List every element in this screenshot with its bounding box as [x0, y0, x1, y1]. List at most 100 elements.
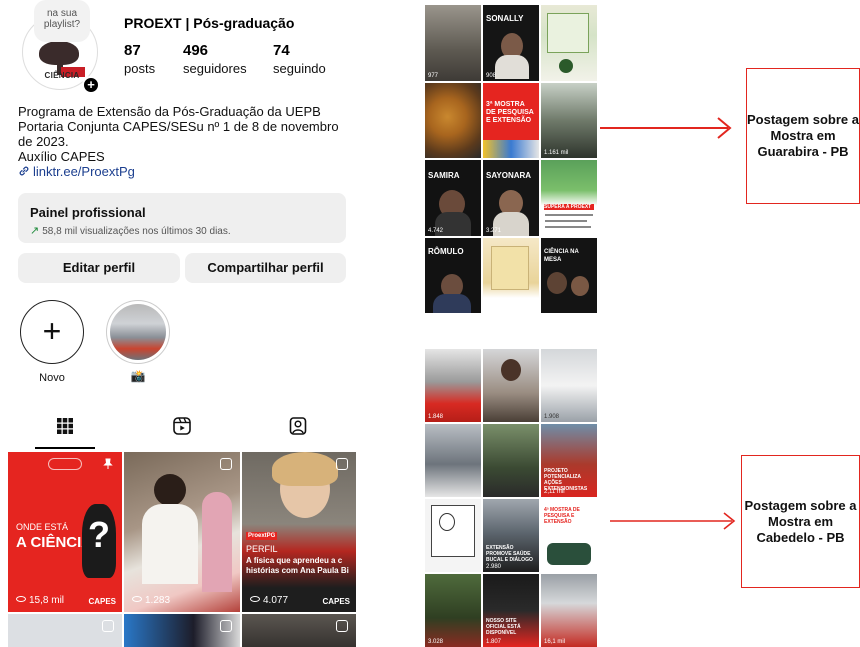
collage-tile[interactable]: 3.028: [425, 574, 481, 647]
question-mark-glyph: ?: [88, 514, 110, 555]
post-text: A física que aprendeu a c: [246, 556, 343, 565]
collage-guarabira: 977 SONALLY 908 3ª MOSTRA DE PESQUISA E …: [425, 5, 597, 313]
tile-title: SAMIRA: [428, 171, 460, 180]
reel-icon: [336, 458, 348, 470]
person-shape: [547, 271, 567, 294]
collage-tile[interactable]: CIÊNCIA NA MESA: [541, 237, 597, 313]
question-mark-icon: ?: [82, 504, 116, 578]
professional-dashboard[interactable]: Painel profissional ↗ 58,8 mil visualizaç…: [18, 193, 346, 243]
person-body-shape: [495, 55, 529, 79]
post-tile[interactable]: ONDE ESTÁ A CIÊNCIA ? 15,8 mil CAPES: [8, 452, 122, 612]
plus-icon: +: [42, 313, 62, 349]
logo-shape: [547, 543, 591, 565]
collage-tile[interactable]: 3ª MOSTRA DE PESQUISA E EXTENSÃO: [483, 82, 539, 158]
collage-tile[interactable]: SAYONARA 3.271: [483, 160, 539, 236]
tile-title: CIÊNCIA NA MESA: [544, 248, 579, 263]
collage-tile[interactable]: [483, 349, 539, 422]
tile-title: EXTENSÃO PROMOVE SAÚDE BUCAL E DIÁLOGO: [486, 545, 533, 563]
collage-tile[interactable]: 4ª MOSTRA DE PESQUISA E EXTENSÃO: [541, 499, 597, 572]
add-story-icon[interactable]: +: [82, 76, 100, 94]
highlight-new[interactable]: + Novo: [18, 300, 86, 384]
highlight-photos[interactable]: 📸: [104, 300, 172, 383]
collage-tile[interactable]: PROJETO POTENCIALIZA AÇÕES EXTENSIONISTA…: [541, 424, 597, 497]
edit-profile-button[interactable]: Editar perfil: [18, 253, 180, 283]
view-count: 2,11 mil: [544, 489, 565, 495]
collage-tile[interactable]: 1.908: [541, 349, 597, 422]
collage-tile[interactable]: [541, 5, 597, 81]
stat-value: 87: [124, 42, 141, 59]
post-text: A CIÊNCIA: [16, 534, 93, 551]
person-body-shape: [433, 293, 471, 313]
collage-tile[interactable]: SUPERA A PROEXT: [541, 160, 597, 236]
bio-line: de 2023.: [18, 134, 69, 149]
bio-line: Programa de Extensão da Pós-Graduação da…: [18, 104, 321, 119]
stat-label: posts: [124, 61, 156, 76]
collage-tile[interactable]: [425, 424, 481, 497]
text-line-shape: [545, 220, 587, 222]
cartoon-face-shape: [439, 513, 455, 531]
view-count: 1.807: [486, 639, 502, 645]
logo-shape: [559, 59, 573, 73]
profile-avatar-group[interactable]: CIÊNCIA na sua playlist? +: [22, 0, 100, 94]
view-count: 1.161 mil: [544, 150, 569, 156]
collage-tile[interactable]: 1.161 mil: [541, 82, 597, 158]
tab-reels[interactable]: [122, 410, 242, 448]
view-count: 1.848: [428, 414, 444, 420]
collage-tile[interactable]: [425, 82, 481, 158]
view-count: 977: [428, 72, 439, 79]
collage-tile[interactable]: 1.848: [425, 349, 481, 422]
profile-bio: Programa de Extensão da Pós-Graduação da…: [18, 104, 348, 179]
image-strip: [483, 140, 539, 158]
reel-icon: [220, 620, 232, 632]
pro-panel-subtitle-text: 58,8 mil visualizações nos últimos 30 di…: [42, 226, 231, 237]
highlight-image: [110, 304, 166, 360]
post-tile[interactable]: [242, 614, 356, 647]
instagram-profile-panel: CIÊNCIA na sua playlist? + PROEXT | Pós-…: [0, 0, 360, 647]
bio-link-text: linktr.ee/ProextPg: [33, 164, 135, 179]
collage-tile[interactable]: [483, 237, 539, 313]
share-profile-button[interactable]: Compartilhar perfil: [185, 253, 346, 283]
stat-value: 74: [273, 42, 290, 59]
hair-shape: [272, 452, 338, 486]
collage-tile[interactable]: 16,1 mil: [541, 574, 597, 647]
reels-icon: [173, 417, 191, 435]
collage-tile[interactable]: 977: [425, 5, 481, 81]
collage-tile[interactable]: SAMIRA 4.742: [425, 160, 481, 236]
capes-logo: CAPES: [322, 597, 350, 606]
view-count: 1.908: [544, 414, 560, 420]
view-count-text: 15,8 mil: [29, 595, 65, 606]
tile-title: 4ª MOSTRA DE PESQUISA E EXTENSÃO: [544, 507, 580, 525]
post-tile[interactable]: ProextPG PERFIL A física que aprendeu a …: [242, 452, 356, 612]
collage-tile[interactable]: [425, 499, 481, 572]
tab-posts-grid[interactable]: [5, 410, 125, 448]
stat-posts[interactable]: 87 posts: [124, 42, 155, 76]
note-bubble[interactable]: na sua playlist?: [34, 0, 90, 42]
stat-label: seguidores: [183, 61, 247, 76]
poster-shape: [547, 13, 589, 53]
post-tile[interactable]: [124, 614, 240, 647]
eye-icon: [132, 596, 142, 602]
person-shape: [501, 359, 521, 381]
tab-tagged[interactable]: [238, 410, 358, 448]
profile-username: PROEXT | Pós-graduação: [124, 15, 295, 31]
tile-title: SUPERA A PROEXT: [544, 204, 594, 210]
post-tile[interactable]: [8, 614, 122, 647]
stat-following[interactable]: 74 seguindo: [273, 42, 326, 76]
stat-label: seguindo: [273, 61, 326, 76]
capes-logo: CAPES: [88, 597, 116, 606]
text-line-shape: [545, 214, 593, 216]
view-count-text: 1.283: [145, 595, 171, 606]
collage-tile[interactable]: RÔMULO: [425, 237, 481, 313]
collage-tile[interactable]: SONALLY 908: [483, 5, 539, 81]
collage-tile[interactable]: NOSSO SITE OFICIAL ESTÁ DISPONÍVEL 1.807: [483, 574, 539, 647]
bio-line: Auxílio CAPES: [18, 149, 105, 164]
arrow-right-icon: [600, 117, 732, 139]
stat-followers[interactable]: 496 seguidores: [183, 42, 247, 76]
bio-link[interactable]: linktr.ee/ProextPg: [18, 164, 348, 179]
view-count: 908: [486, 72, 497, 79]
new-highlight-circle[interactable]: +: [20, 300, 84, 364]
collage-tile[interactable]: EXTENSÃO PROMOVE SAÚDE BUCAL E DIÁLOGO 2…: [483, 499, 539, 572]
post-tile[interactable]: 1.283: [124, 452, 240, 612]
highlight-thumbnail[interactable]: [106, 300, 170, 364]
collage-tile[interactable]: [483, 424, 539, 497]
